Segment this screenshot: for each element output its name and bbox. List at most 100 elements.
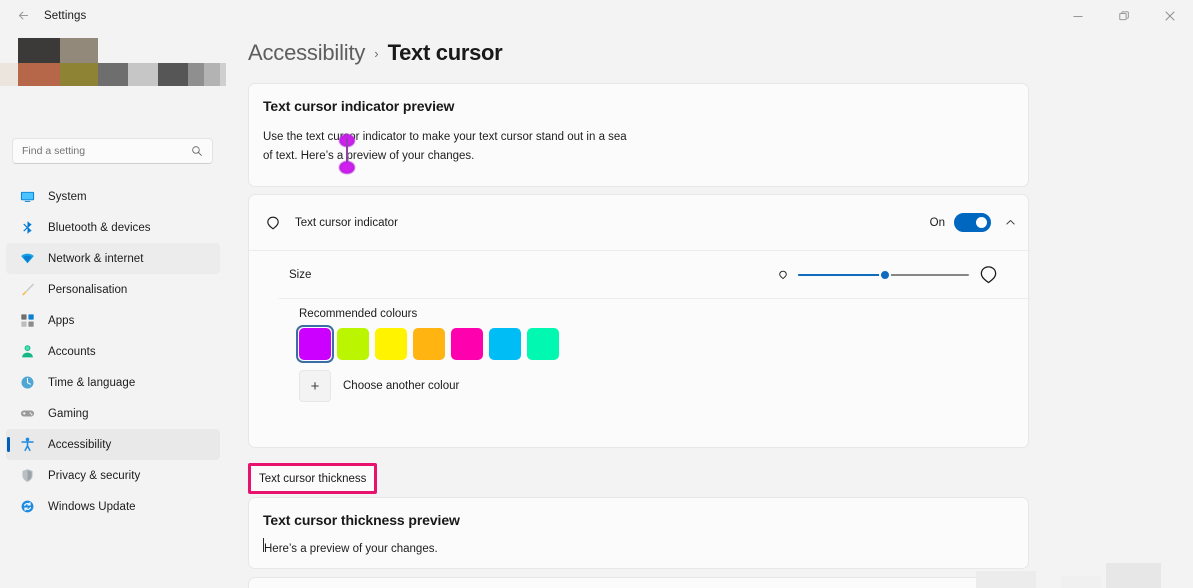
- chevron-right-icon: ›: [374, 46, 378, 61]
- preview-body: Use the text cursor indicator to make yo…: [263, 128, 663, 166]
- settings-window: Settings: [0, 0, 1193, 588]
- colour-swatch-fill: [451, 328, 483, 360]
- colour-swatch-yellow[interactable]: [372, 325, 410, 363]
- sidebar-item-bluetooth-devices[interactable]: Bluetooth & devices: [6, 212, 220, 243]
- colour-swatch-fill: [489, 328, 521, 360]
- colour-swatch-fill: [413, 328, 445, 360]
- text-cursor-indicator-label: Text cursor indicator: [295, 217, 930, 229]
- text-cursor-thickness-section-header: Text cursor thickness: [248, 463, 377, 494]
- close-icon: [1165, 11, 1175, 21]
- preview-heading: Text cursor indicator preview: [263, 98, 454, 114]
- background-window-artifact-1: [976, 571, 1036, 588]
- sidebar-item-network-internet[interactable]: Network & internet: [6, 243, 220, 274]
- search-input[interactable]: [13, 145, 191, 157]
- back-button[interactable]: [8, 3, 38, 29]
- size-slider[interactable]: [798, 266, 969, 284]
- sidebar-item-personalisation[interactable]: Personalisation: [6, 274, 220, 305]
- sidebar-item-label: System: [48, 191, 87, 203]
- update-refresh-icon: [18, 498, 36, 516]
- redacted-profile-area-3: [188, 38, 218, 86]
- colour-swatch-pink[interactable]: [448, 325, 486, 363]
- preview-body-line-1: Use the text cursor indicator to make yo…: [263, 128, 663, 147]
- restore-icon: [1119, 11, 1129, 21]
- search-icon: [191, 145, 212, 157]
- recommended-colours-title: Recommended colours: [299, 308, 1030, 320]
- sidebar-item-gaming[interactable]: Gaming: [6, 398, 220, 429]
- background-window-artifact-2: [1061, 576, 1101, 588]
- thickness-preview-body: Here’s a preview of your changes.: [264, 540, 438, 559]
- back-arrow-icon: [17, 9, 30, 22]
- accessibility-person-icon: [18, 436, 36, 454]
- apps-grid-icon: [18, 312, 36, 330]
- maximize-button[interactable]: [1101, 0, 1147, 31]
- size-slider-area: [776, 263, 1000, 286]
- window-controls: [1055, 0, 1193, 31]
- text-cursor-thickness-setting-card: Ab Text cursor thickness Ab: [248, 577, 1029, 588]
- minimize-button[interactable]: [1055, 0, 1101, 31]
- text-cursor-indicator-settings-card: Text cursor indicator On Size: [248, 194, 1029, 448]
- sidebar-item-label: Accessibility: [48, 439, 111, 451]
- choose-another-colour-label: Choose another colour: [343, 380, 459, 392]
- sidebar-item-label: Time & language: [48, 377, 135, 389]
- person-icon: [18, 343, 36, 361]
- sidebar-item-accounts[interactable]: Accounts: [6, 336, 220, 367]
- sidebar-item-label: Personalisation: [48, 284, 127, 296]
- sidebar-item-system[interactable]: System: [6, 181, 220, 212]
- colour-swatch-spring-green[interactable]: [524, 325, 562, 363]
- colour-swatch-list: [299, 328, 1030, 360]
- toggle-knob: [976, 217, 987, 228]
- sidebar-item-label: Apps: [48, 315, 74, 327]
- plus-icon[interactable]: +: [299, 370, 331, 402]
- cursor-indicator-icon: [263, 213, 283, 233]
- sidebar-item-apps[interactable]: Apps: [6, 305, 220, 336]
- slider-fill: [798, 274, 885, 277]
- search-box[interactable]: [12, 138, 213, 164]
- selection-pill: [7, 437, 10, 452]
- sidebar-item-windows-update[interactable]: Windows Update: [6, 491, 220, 522]
- sidebar-item-label: Accounts: [48, 346, 96, 358]
- close-button[interactable]: [1147, 0, 1193, 31]
- bluetooth-icon: [18, 219, 36, 237]
- content-area: Accessibility › Text cursor Text cursor …: [226, 31, 1193, 588]
- colour-swatch-fill: [527, 328, 559, 360]
- highlight-annotation-box: Text cursor thickness: [248, 463, 377, 494]
- chevron-up-icon[interactable]: [1005, 217, 1016, 228]
- thickness-preview-heading: Text cursor thickness preview: [263, 512, 460, 528]
- colour-swatch-magenta-violet[interactable]: [296, 325, 334, 363]
- slider-thumb[interactable]: [879, 269, 891, 281]
- cursor-indicator-size-row: Size: [279, 251, 1030, 299]
- paintbrush-icon: [18, 281, 36, 299]
- wifi-icon: [18, 250, 36, 268]
- colour-swatch-fill: [299, 328, 331, 360]
- sidebar-item-privacy-security[interactable]: Privacy & security: [6, 460, 220, 491]
- choose-another-colour-row[interactable]: + Choose another colour: [299, 370, 1030, 402]
- sidebar-item-label: Bluetooth & devices: [48, 222, 151, 234]
- preview-body-line-2: of text. Here’s a preview of your change…: [263, 147, 663, 166]
- text-cursor-indicator-toggle-row[interactable]: Text cursor indicator On: [249, 195, 1030, 251]
- sidebar-item-label: Windows Update: [48, 501, 136, 513]
- clock-globe-icon: [18, 374, 36, 392]
- breadcrumb-root-link[interactable]: Accessibility: [248, 40, 365, 66]
- toggle-state-label: On: [930, 217, 945, 229]
- colour-swatch-cyan[interactable]: [486, 325, 524, 363]
- sidebar-item-time-language[interactable]: Time & language: [6, 367, 220, 398]
- title-bar: Settings: [0, 0, 1193, 31]
- recommended-colours-block: Recommended colours + Choose another col…: [279, 299, 1030, 402]
- breadcrumb: Accessibility › Text cursor: [248, 40, 502, 66]
- gamepad-icon: [18, 405, 36, 423]
- sidebar-item-label: Privacy & security: [48, 470, 140, 482]
- text-cursor-indicator-toggle[interactable]: [954, 213, 991, 232]
- size-label: Size: [289, 269, 776, 281]
- sidebar-item-accessibility[interactable]: Accessibility: [6, 429, 220, 460]
- background-window-artifact-3: [1106, 563, 1161, 588]
- colour-swatch-chartreuse[interactable]: [334, 325, 372, 363]
- colour-swatch-fill: [337, 328, 369, 360]
- sidebar-nav: System Bluetooth & devices Network & int…: [6, 181, 220, 522]
- text-cursor-indicator-preview-card: Text cursor indicator preview Use the te…: [248, 83, 1029, 187]
- shield-icon: [18, 467, 36, 485]
- colour-swatch-orange[interactable]: [410, 325, 448, 363]
- sidebar-item-label: Network & internet: [48, 253, 144, 265]
- colour-swatch-fill: [375, 328, 407, 360]
- large-cursor-indicator-icon: [977, 263, 1000, 286]
- text-cursor-thickness-row: Ab Text cursor thickness Ab: [249, 578, 1030, 588]
